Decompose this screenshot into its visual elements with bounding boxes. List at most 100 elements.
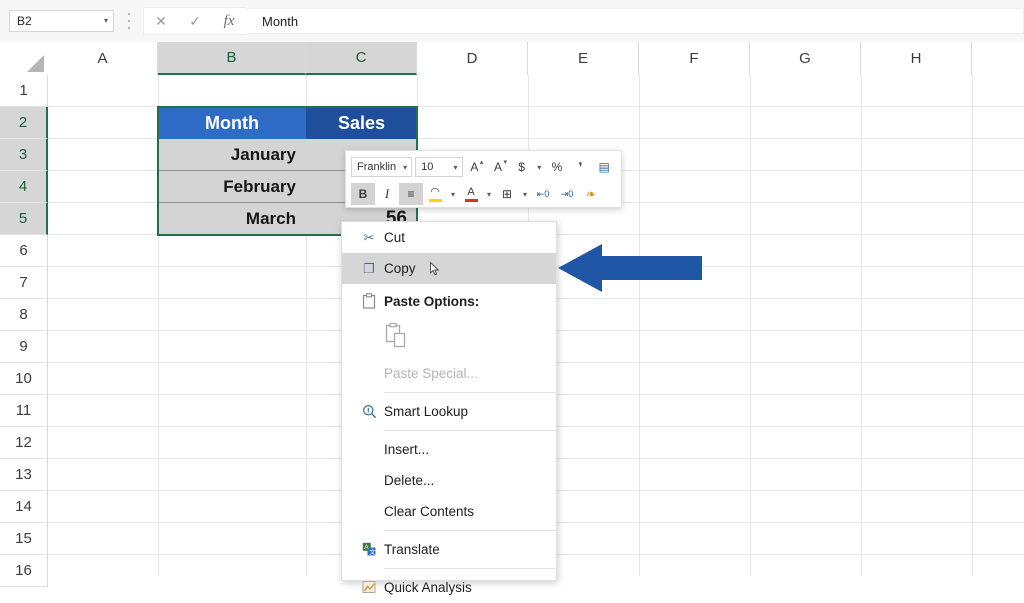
row-header-15[interactable]: 15	[0, 523, 48, 555]
formula-input[interactable]: Month	[246, 8, 1024, 34]
context-menu-item-clear-contents[interactable]: Clear Contents	[342, 496, 556, 527]
row-header-14[interactable]: 14	[0, 491, 48, 523]
row-header-10[interactable]: 10	[0, 363, 48, 395]
increase-decimal-icon[interactable]: ⇤0	[531, 183, 555, 205]
row-header-3[interactable]: 3	[0, 139, 48, 171]
context-menu-label-quick-analysis: Quick Analysis	[384, 580, 472, 595]
select-all-corner[interactable]	[0, 42, 49, 75]
context-menu-item-copy[interactable]: ❐ Copy	[342, 253, 556, 284]
cell-b5[interactable]: March	[158, 203, 306, 235]
decrease-font-size-icon[interactable]: A ▾	[486, 156, 510, 178]
chevron-down-icon[interactable]: ▾	[104, 17, 108, 25]
gridline-vertical	[972, 75, 973, 576]
column-header-g[interactable]: G	[750, 42, 861, 75]
chevron-down-icon[interactable]: ▾	[483, 183, 495, 205]
column-header-b[interactable]: B	[158, 42, 306, 75]
italic-button[interactable]: I	[375, 183, 399, 205]
context-menu: ✂ Cut ❐ Copy Paste Options: Paste Specia…	[341, 221, 557, 595]
column-header-a[interactable]: A	[48, 42, 158, 75]
context-menu-item-cut[interactable]: ✂ Cut	[342, 222, 556, 253]
select-all-icon	[27, 55, 44, 72]
fill-color-glyph: ◠	[430, 185, 440, 198]
context-menu-label-copy: Copy	[384, 261, 416, 276]
row-header-5[interactable]: 5	[0, 203, 48, 235]
confirm-icon[interactable]: ✓	[178, 9, 212, 33]
cell-b2[interactable]: Month	[158, 107, 306, 139]
context-menu-item-quick-analysis[interactable]: Quick Analysis	[342, 572, 556, 603]
column-header-c[interactable]: C	[306, 42, 417, 75]
font-color-icon[interactable]: A	[459, 183, 483, 205]
row-header-8[interactable]: 8	[0, 299, 48, 331]
context-menu-label-paste-special: Paste Special...	[384, 366, 478, 381]
context-menu-item-delete[interactable]: Delete...	[342, 465, 556, 496]
annotation-arrow-icon	[558, 244, 702, 292]
context-menu-label-insert: Insert...	[384, 442, 430, 457]
context-menu-item-paste-special: Paste Special...	[342, 358, 556, 389]
context-menu-label-paste-options: Paste Options:	[384, 293, 480, 309]
bold-button[interactable]: B	[351, 183, 375, 205]
formula-bar-grip[interactable]	[126, 13, 131, 29]
context-menu-item-insert[interactable]: Insert...	[342, 434, 556, 465]
chevron-down-icon[interactable]: ▾	[519, 183, 531, 205]
format-as-table-icon[interactable]: ▤	[592, 156, 616, 178]
row-header-9[interactable]: 9	[0, 331, 48, 363]
context-menu-label-cut: Cut	[384, 230, 406, 245]
chevron-down-icon[interactable]: ▾	[454, 163, 458, 172]
increase-font-size-icon[interactable]: A ▴	[463, 156, 487, 178]
column-header-f[interactable]: F	[639, 42, 750, 75]
cancel-icon[interactable]: ✕	[144, 9, 178, 33]
align-center-icon[interactable]: ≡	[399, 183, 423, 205]
context-menu-item-paste-options: Paste Options:	[342, 284, 556, 318]
comma-format-icon[interactable]: ❜	[569, 156, 593, 178]
chevron-down-icon[interactable]: ▾	[533, 156, 545, 178]
cell-c2[interactable]: Sales	[306, 107, 417, 139]
insert-function-icon[interactable]: fx	[212, 9, 246, 33]
gridline-vertical	[639, 75, 640, 576]
context-menu-label-clear-contents: Clear Contents	[384, 504, 475, 519]
cell-b4[interactable]: February	[158, 171, 306, 203]
increase-font-size-letter: A	[470, 160, 479, 174]
name-box[interactable]: B2 ▾	[9, 10, 114, 32]
row-header-4[interactable]: 4	[0, 171, 48, 203]
paste-icon	[384, 322, 410, 355]
context-menu-item-paste[interactable]	[342, 318, 556, 358]
row-header-12[interactable]: 12	[0, 427, 48, 459]
context-menu-item-translate[interactable]: A 文 Translate	[342, 534, 556, 565]
decrease-decimal-icon[interactable]: ⇥0	[555, 183, 579, 205]
font-size-value: 10	[421, 160, 434, 173]
chevron-down-icon[interactable]: ▾	[447, 183, 459, 205]
chevron-down-icon[interactable]: ▾	[403, 163, 407, 172]
copy-icon: ❐	[363, 260, 375, 276]
context-menu-item-smart-lookup[interactable]: Smart Lookup	[342, 396, 556, 427]
scissors-icon: ✂	[363, 229, 375, 245]
decrease-font-size-mark: ▾	[503, 159, 507, 166]
row-header-11[interactable]: 11	[0, 395, 48, 427]
cell-b3[interactable]: January	[158, 139, 306, 171]
column-header-h[interactable]: H	[861, 42, 972, 75]
row-header-6[interactable]: 6	[0, 235, 48, 267]
increase-font-size-mark: ▴	[479, 159, 484, 166]
context-menu-label-smart-lookup: Smart Lookup	[384, 404, 469, 419]
row-header-column: 1 2 3 4 5 6 7 8 9 10 11 12 13 14 15 16	[0, 75, 48, 587]
formula-bar-buttons: ✕ ✓ fx	[143, 7, 246, 35]
fill-color-icon[interactable]: ◠	[423, 183, 447, 205]
context-menu-label-translate: Translate	[384, 542, 440, 557]
column-header-e[interactable]: E	[528, 42, 639, 75]
row-header-2[interactable]: 2	[0, 107, 48, 139]
row-header-7[interactable]: 7	[0, 267, 48, 299]
borders-icon[interactable]: ⊞	[495, 183, 519, 205]
mini-toolbar-row-2: B I ≡ ◠ ▾ A ▾ ⊞ ▾ ⇤0 ⇥0 ❧	[351, 182, 616, 206]
column-header-d[interactable]: D	[417, 42, 528, 75]
format-painter-icon[interactable]: ❧	[579, 183, 603, 205]
row-header-13[interactable]: 13	[0, 459, 48, 491]
font-size-combo[interactable]: 10 ▾	[415, 157, 463, 177]
translate-icon: A 文	[354, 542, 384, 557]
font-name-combo[interactable]: Franklin ▾	[351, 157, 413, 177]
quick-analysis-icon	[354, 580, 384, 595]
accounting-format-icon[interactable]: $	[510, 156, 534, 178]
row-header-1[interactable]: 1	[0, 75, 48, 107]
row-header-16[interactable]: 16	[0, 555, 48, 587]
decrease-font-size-letter: A	[493, 160, 502, 174]
percent-format-icon[interactable]: %	[545, 156, 569, 178]
magnifier-icon	[354, 404, 384, 419]
